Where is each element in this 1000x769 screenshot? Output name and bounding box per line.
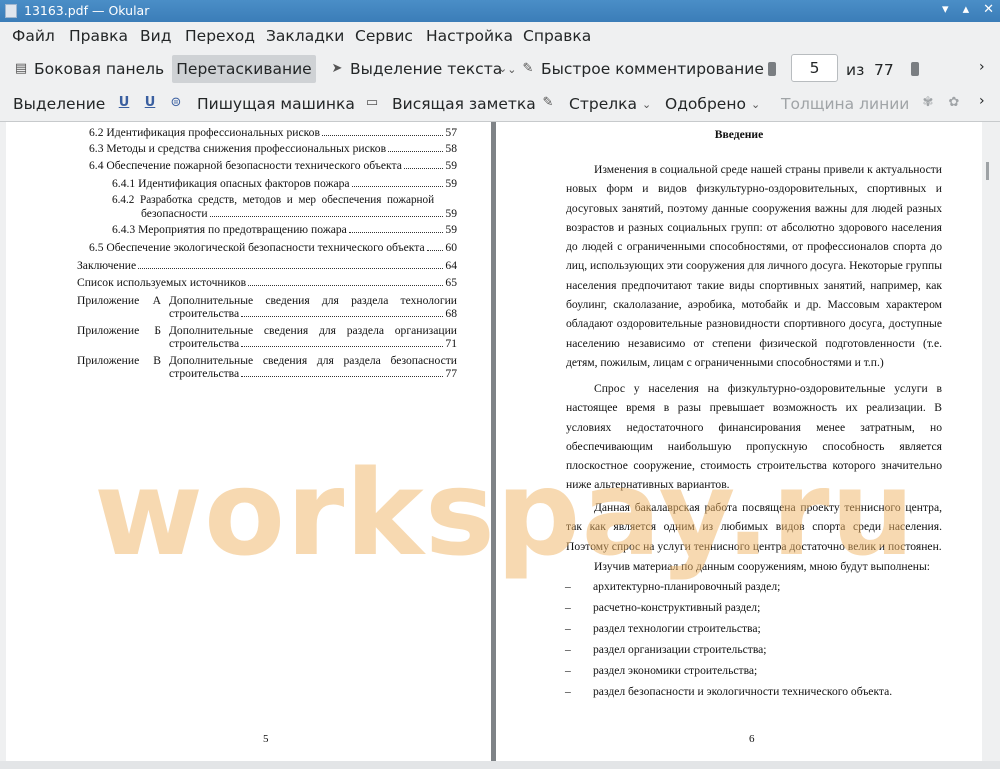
chevron-down-icon: ⌄ [642,97,652,111]
typewriter-label: Пишущая машинка [197,95,355,113]
toc-entry[interactable]: 6.3 Методы и средства снижения профессио… [89,142,457,155]
quick-comment-label: Быстрое комментирование [541,60,764,78]
list-item: – раздел экономики строительства; [565,664,758,677]
menu-edit[interactable]: Правка [69,27,128,45]
page-number: 5 [263,733,269,745]
paragraph: Изменения в социальной среде нашей стран… [566,163,943,369]
arrow-label: Стрелка [569,95,637,113]
page-of-label: из [846,61,865,79]
highlight-label: Выделение [13,95,106,113]
menu-bar: Файл Правка Вид Переход Закладки Сервис … [0,22,1000,52]
toc-appendix[interactable]: Приложение Б Дополнительные сведения для … [77,324,457,350]
paragraph: Спрос у населения на физкультурно-оздоро… [566,382,942,492]
horizontal-scrollbar[interactable] [0,761,1000,769]
maximize-icon[interactable]: ▴ [963,2,970,17]
page-number: 6 [749,733,755,745]
note-icon[interactable]: ▭ [364,95,380,111]
highlight-button[interactable]: Выделение [10,90,108,118]
sidebar-button[interactable]: ▤ Боковая панель [10,55,167,83]
toc-entry[interactable]: Заключение 64 [77,259,457,272]
menu-help[interactable]: Справка [523,27,591,45]
strikeout-icon[interactable]: ⊜ [168,95,184,111]
underline-icon[interactable]: U [116,95,132,111]
line-width-button[interactable]: Толщина линии [778,90,912,118]
drag-mode-button[interactable]: Перетаскивание [172,55,316,83]
toolbar-overflow-icon[interactable]: › [979,93,985,109]
quick-comment-button[interactable]: ✎ Быстрое комментирование [517,55,767,83]
close-icon[interactable]: ✕ [983,2,994,17]
toc-entry[interactable]: 6.4 Обеспечение пожарной безопасности те… [89,159,457,172]
menu-view[interactable]: Вид [140,27,171,45]
window-title: 13163.pdf — Okular [24,3,150,18]
drag-mode-label: Перетаскивание [176,60,312,78]
text-select-button[interactable]: ➤ Выделение текста ⌄ [326,55,519,83]
page-right: Введение Изменения в социальной среде на… [496,122,982,761]
color-icon[interactable]: ✾ [920,95,936,111]
page-number-input[interactable]: 5 [791,54,838,82]
okular-app-icon [5,4,17,18]
chevron-down-icon[interactable]: ⌄ [498,62,507,75]
page-prev-spin-icon[interactable] [768,62,776,76]
paragraph: Данная бакалаврская работа посвящена про… [566,501,942,553]
menu-go[interactable]: Переход [185,27,255,45]
list-item: – архитектурно-планировочный раздел; [565,580,781,593]
annotation-toolbar: Выделение U U ⊜ Пишущая машинка ▭ Висяща… [0,87,1000,122]
sticky-note-button[interactable]: Висящая заметка [389,90,539,118]
title-bar: 13163.pdf — Okular ▾ ▴ ✕ [0,0,1000,22]
list-item: – раздел безопасности и экологичности тех… [565,685,893,698]
ink-pen-icon[interactable]: ✎ [540,95,556,111]
stamp-button[interactable]: Одобрено ⌄ [662,90,763,118]
vertical-scrollbar[interactable] [982,122,1000,761]
chevron-down-icon: ⌄ [507,62,517,76]
toc-appendix[interactable]: Приложение В Дополнительные сведения для … [77,354,457,380]
paragraph: Изучив материал по данным сооружениям, м… [594,560,930,573]
list-item: – раздел технологии строительства; [565,622,761,635]
minimize-icon[interactable]: ▾ [942,2,949,17]
sticky-note-label: Висящая заметка [392,95,536,113]
arrow-button[interactable]: Стрелка ⌄ [566,90,654,118]
document-viewport[interactable]: 6.2 Идентификация профессиональных риско… [6,122,982,761]
page-total: 77 [874,61,894,79]
page-left: 6.2 Идентификация профессиональных риско… [6,122,491,761]
opacity-icon[interactable]: ✿ [946,95,962,111]
typewriter-button[interactable]: Пишущая машинка [194,90,358,118]
squiggly-icon[interactable]: U [142,95,158,111]
toc-entry[interactable]: 6.4.3 Мероприятия по предотвращению пожа… [112,223,457,236]
toc-entry[interactable]: 6.5 Обеспечение экологической безопаснос… [89,241,457,254]
line-width-label: Толщина линии [781,95,910,113]
toc-entry[interactable]: 6.2 Идентификация профессиональных риско… [89,126,457,139]
section-heading: Введение [714,128,764,141]
list-item: – расчетно-конструктивный раздел; [565,601,761,614]
toolbar-overflow-icon[interactable]: › [979,59,985,75]
toc-entry[interactable]: Список используемых источников 65 [77,276,457,289]
chevron-down-icon: ⌄ [750,97,761,111]
pen-icon: ✎ [522,61,534,76]
menu-settings[interactable]: Настройка [426,27,513,45]
toc-entry[interactable]: 6.4.2 Разработка средств, методов и мер … [112,194,457,220]
page-next-spin-icon[interactable] [911,62,919,76]
text-select-label: Выделение текста [350,60,503,78]
toc-appendix[interactable]: Приложение А Дополнительные сведения для … [77,294,457,320]
menu-file[interactable]: Файл [12,27,55,45]
menu-bookmarks[interactable]: Закладки [266,27,344,45]
cursor-icon: ➤ [331,61,343,76]
sidebar-icon: ▤ [14,61,28,76]
toc-entry[interactable]: 6.4.1 Идентификация опасных факторов пож… [112,177,457,190]
list-item: – раздел организации строительства; [565,643,767,656]
menu-tools[interactable]: Сервис [355,27,413,45]
scrollbar-thumb[interactable] [986,162,989,180]
stamp-label: Одобрено [665,95,746,113]
sidebar-label: Боковая панель [34,60,165,78]
